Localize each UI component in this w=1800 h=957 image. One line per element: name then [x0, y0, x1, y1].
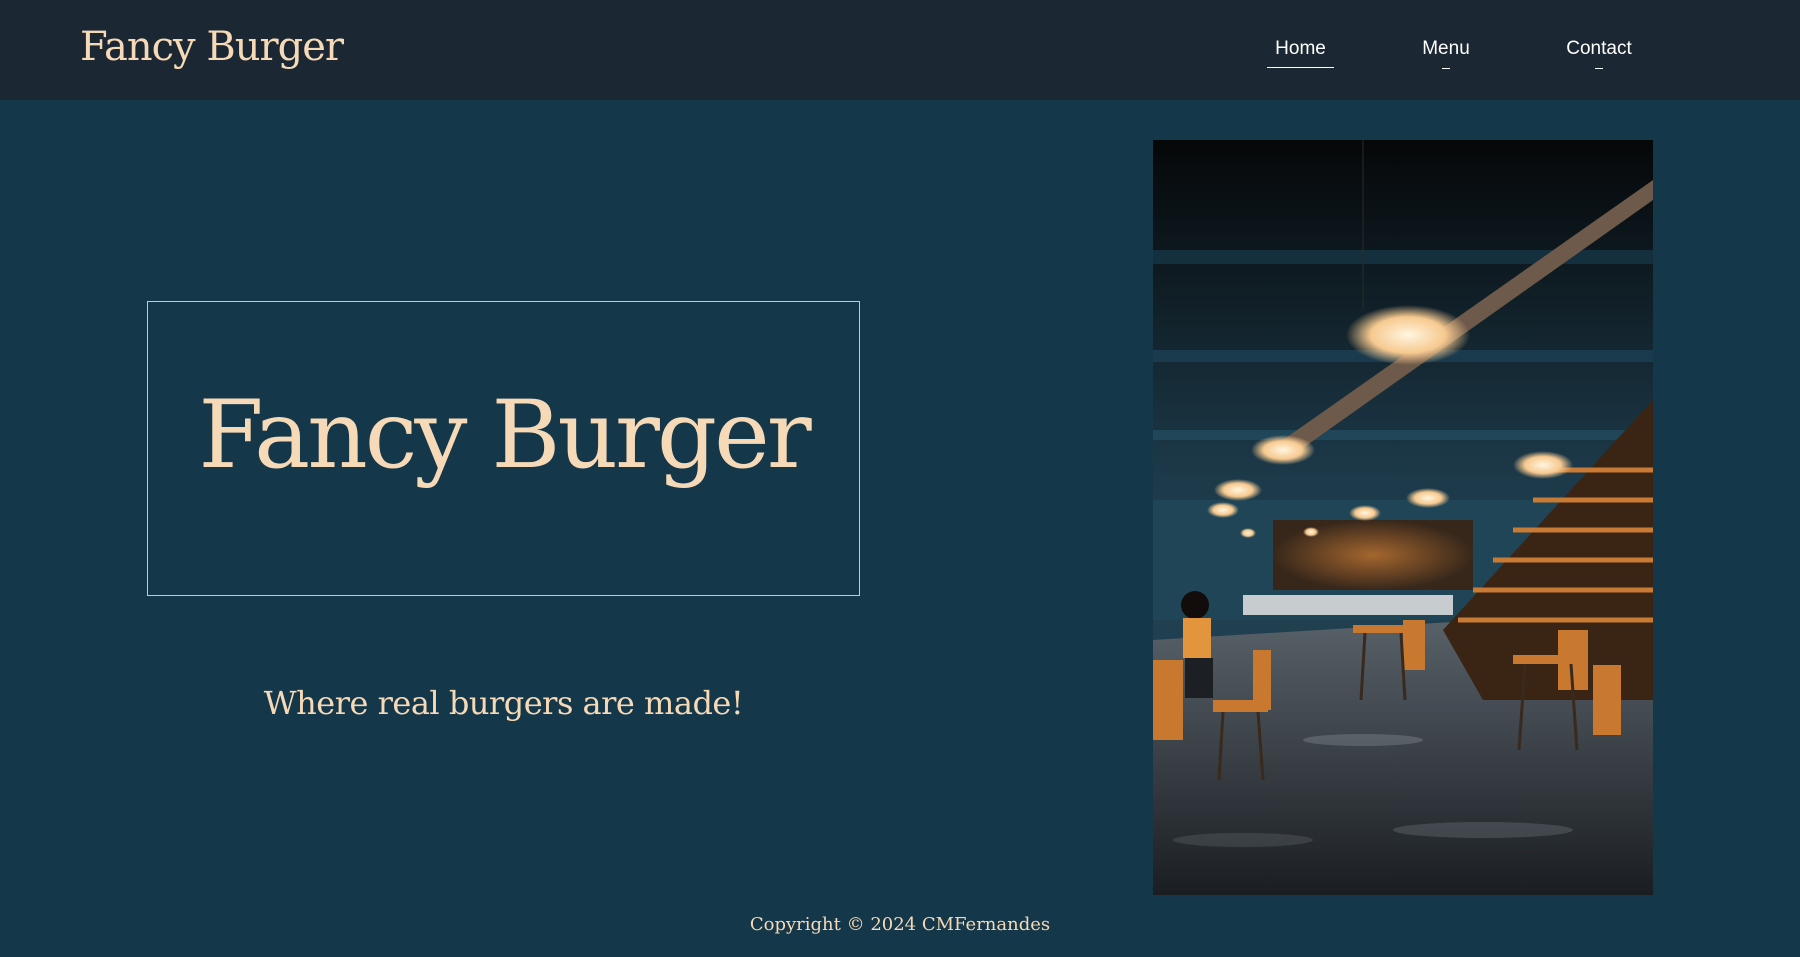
footer-copyright: Copyright © 2024 CMFernandes [749, 914, 1051, 935]
hero-title: Fancy Burger [198, 381, 811, 490]
hero-title-frame: Fancy Burger [147, 301, 860, 596]
restaurant-interior-photo [1153, 140, 1653, 895]
nav-link-home[interactable]: Home [1267, 38, 1334, 68]
nav-link-contact[interactable]: Contact [1561, 38, 1637, 69]
nav-underline-marker [1442, 68, 1450, 69]
nav-link-menu-label: Menu [1422, 38, 1470, 59]
brand-logo-text[interactable]: Fancy Burger [80, 24, 344, 70]
top-navigation-bar: Fancy Burger Home Menu Contact [0, 0, 1800, 100]
hero-tagline: Where real burgers are made! [263, 684, 744, 722]
nav-link-contact-label: Contact [1566, 38, 1632, 59]
nav-underline-marker [1595, 68, 1603, 69]
nav-link-menu[interactable]: Menu [1418, 38, 1474, 69]
nav-active-underline [1267, 67, 1334, 68]
nav-link-home-label: Home [1275, 38, 1326, 59]
